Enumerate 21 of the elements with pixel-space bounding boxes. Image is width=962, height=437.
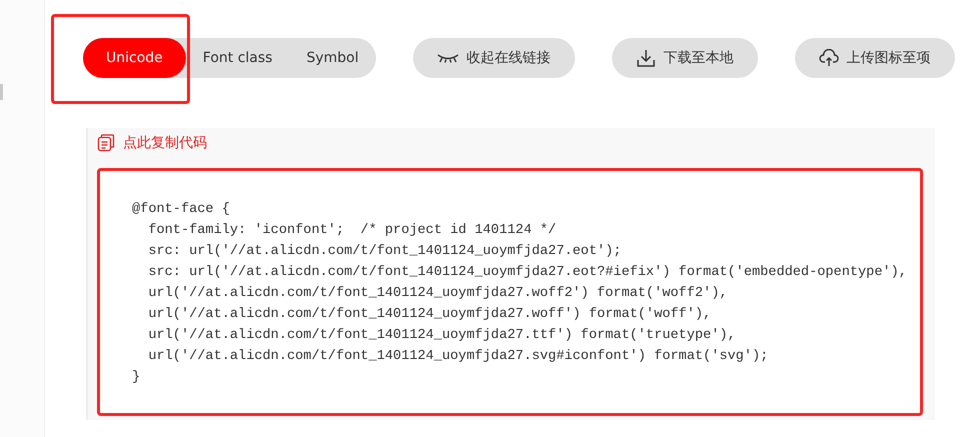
eye-closed-icon: [436, 53, 459, 63]
code-line: src: url('//at.alicdn.com/t/font_1401124_uoymfjda27.eot');: [147, 243, 622, 261]
code-line: font-family: 'iconfont'; /* project id 1401124 */: [147, 222, 558, 240]
code-line: @font-face {: [132, 201, 231, 219]
code-line: url('//at.alicdn.com/t/font_1401124_uoymfjda27.woff') format('woff'),: [147, 306, 712, 324]
code-line: url('//at.alicdn.com/t/font_1401124_uoymfjda27.svg#iconfont') format('svg');: [147, 348, 770, 366]
code-line: src: url('//at.alicdn.com/t/font_1401124_uoymfjda27.eot?#iefix') format('embedded-opentype'),: [147, 264, 908, 282]
action-button[interactable]: 上传图标至项: [794, 38, 955, 78]
code-line: }: [132, 369, 142, 387]
action-button[interactable]: 收起在线链接: [412, 38, 575, 78]
code-type-tab[interactable]: Unicode: [83, 38, 186, 78]
copy-code-link[interactable]: 点此复制代码: [97, 134, 207, 152]
sidebar-marker: [0, 84, 3, 100]
code-line: url('//at.alicdn.com/t/font_1401124_uoymfjda27.woff2') format('woff2'),: [147, 285, 729, 303]
code-line: url('//at.alicdn.com/t/font_1401124_uoymfjda27.ttf') format('truetype'),: [147, 327, 737, 345]
code-type-tab[interactable]: Font class: [186, 38, 290, 78]
action-button[interactable]: 下载至本地: [612, 38, 758, 78]
download-icon: [636, 48, 656, 68]
cloud-upload-icon: [818, 49, 839, 67]
code-type-tab[interactable]: Symbol: [289, 38, 376, 78]
copy-icon: [97, 134, 115, 152]
